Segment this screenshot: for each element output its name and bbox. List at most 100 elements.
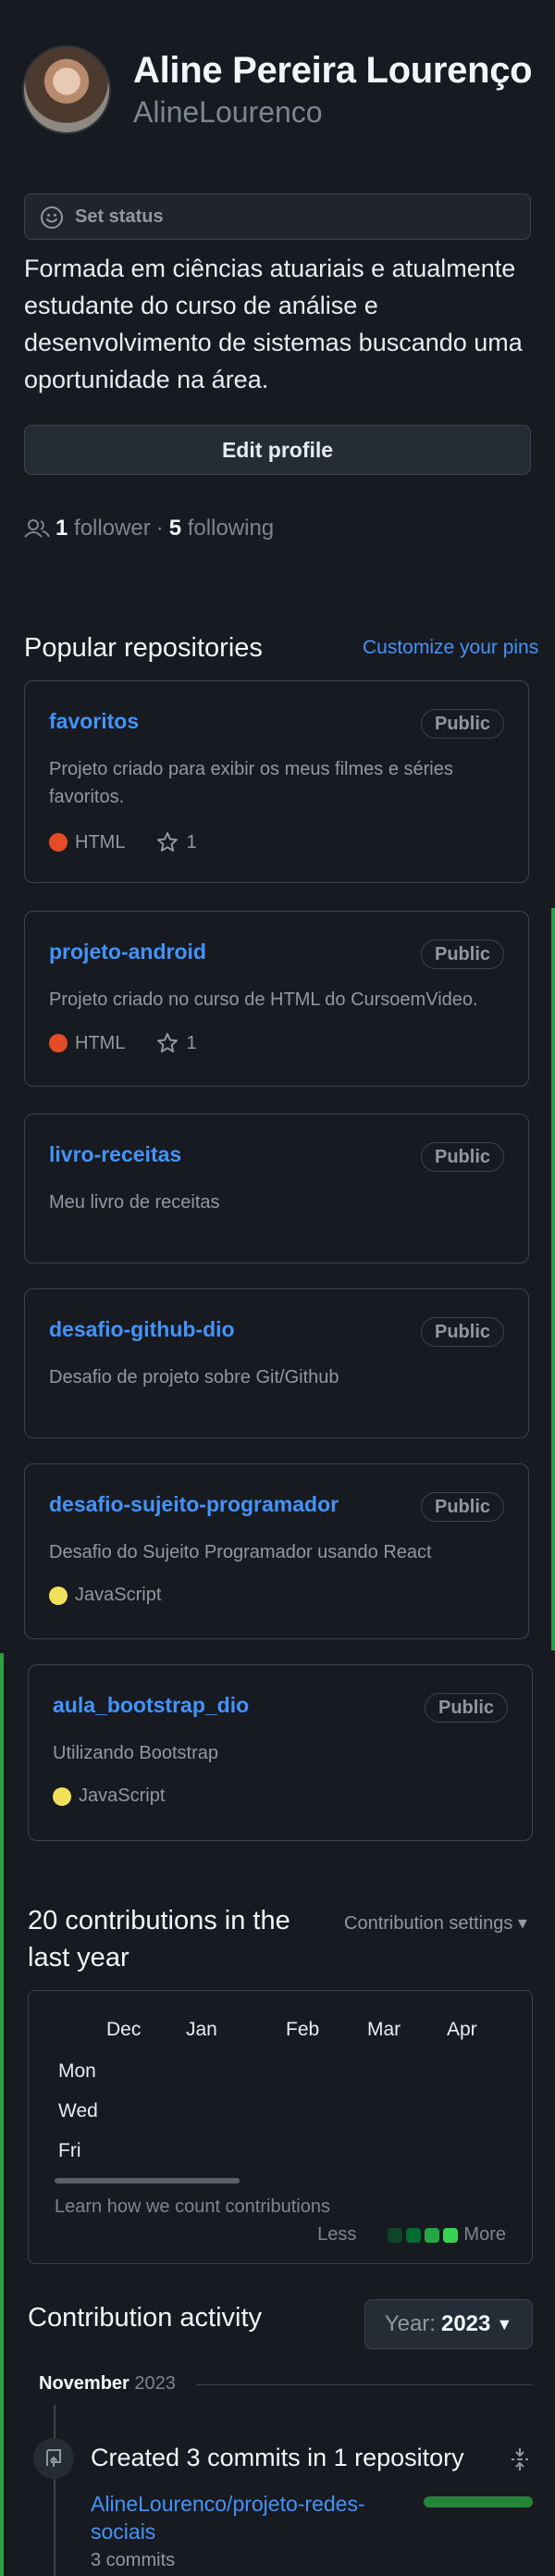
day-label: Wed bbox=[58, 2100, 98, 2122]
timeline-line bbox=[54, 2405, 56, 2576]
repo-description: Desafio de projeto sobre Git/Github bbox=[49, 1367, 339, 1388]
stargazers-link[interactable]: 1 bbox=[156, 831, 197, 853]
repo-language: HTML bbox=[75, 831, 126, 852]
focus-indicator-left bbox=[0, 1653, 4, 2576]
legend-square bbox=[388, 2227, 403, 2243]
legend-square bbox=[443, 2227, 459, 2243]
repo-name-link[interactable]: desafio-github-dio bbox=[49, 1317, 235, 1342]
repo-language: JavaScript bbox=[79, 1786, 166, 1806]
visibility-badge: Public bbox=[420, 1142, 504, 1172]
legend-less: Less bbox=[317, 2224, 357, 2245]
avatar[interactable] bbox=[22, 45, 111, 134]
repo-card-livro-receitas: livro-receitas Public Meu livro de recei… bbox=[24, 1114, 529, 1263]
follow-stats: 1 follower · 5 following bbox=[24, 516, 274, 541]
set-status-label: Set status bbox=[75, 206, 164, 227]
following-count: 5 bbox=[168, 516, 182, 541]
star-count: 1 bbox=[186, 831, 197, 852]
repo-card-desafio-github-dio: desafio-github-dio Public Desafio de pro… bbox=[24, 1288, 529, 1438]
repo-language: HTML bbox=[75, 1032, 126, 1053]
repo-description: Projeto criado no curso de HTML do Curso… bbox=[49, 989, 478, 1010]
profile-login: AlineLourenco bbox=[133, 95, 323, 129]
commit-progress-bar bbox=[424, 2496, 533, 2508]
followers-label: follower bbox=[74, 516, 151, 541]
language-color-dot bbox=[49, 833, 68, 852]
contribution-settings-dropdown[interactable]: Contribution settings ▾ bbox=[344, 1911, 527, 1935]
legend-square bbox=[406, 2227, 422, 2243]
followers-count: 1 bbox=[56, 516, 68, 541]
edit-profile-button[interactable]: Edit profile bbox=[24, 425, 531, 475]
visibility-badge: Public bbox=[420, 1492, 504, 1522]
repo-card-favoritos: favoritos Public Projeto criado para exi… bbox=[24, 680, 529, 883]
followers-link[interactable]: 1 follower bbox=[56, 516, 151, 541]
contribution-legend: Less More bbox=[317, 2224, 506, 2246]
repo-push-icon bbox=[33, 2438, 74, 2479]
repo-description: Desafio do Sujeito Programador usando Re… bbox=[49, 1542, 432, 1562]
profile-name: Aline Pereira Lourenço bbox=[133, 50, 533, 91]
customize-pins-link[interactable]: Customize your pins bbox=[363, 637, 538, 659]
repo-card-aula-bootstrap-dio: aula_bootstrap_dio Public Utilizando Boo… bbox=[28, 1664, 533, 1841]
activity-month-year: 2023 bbox=[134, 2373, 176, 2394]
repo-meta: JavaScript bbox=[53, 1786, 165, 1807]
learn-contributions-link[interactable]: Learn how we count contributions bbox=[55, 2196, 330, 2218]
repo-description: Meu livro de receitas bbox=[49, 1192, 220, 1213]
month-label: Dec bbox=[106, 2019, 142, 2040]
following-label: following bbox=[187, 516, 275, 541]
fold-icon[interactable] bbox=[509, 2446, 531, 2472]
set-status-button[interactable]: Set status bbox=[24, 193, 531, 240]
caret-down-icon: ▾ bbox=[517, 1913, 527, 1934]
month-label: Jan bbox=[186, 2019, 217, 2040]
stargazers-link[interactable]: 1 bbox=[156, 1032, 197, 1054]
follow-separator: · bbox=[155, 516, 164, 541]
popular-repositories-title: Popular repositories bbox=[24, 633, 263, 663]
language-color-dot bbox=[49, 1586, 68, 1605]
repo-description: Utilizando Bootstrap bbox=[53, 1743, 218, 1763]
month-label: Apr bbox=[447, 2019, 477, 2040]
language-color-dot bbox=[53, 1786, 71, 1806]
activity-month: November bbox=[39, 2373, 130, 2394]
visibility-badge: Public bbox=[424, 1693, 508, 1723]
month-divider bbox=[196, 2384, 533, 2385]
day-label: Fri bbox=[58, 2140, 81, 2161]
legend-square bbox=[425, 2227, 440, 2243]
repo-meta: HTML 1 bbox=[49, 1032, 197, 1054]
visibility-badge: Public bbox=[420, 940, 504, 969]
repo-language: JavaScript bbox=[75, 1585, 162, 1605]
repo-name-link[interactable]: livro-receitas bbox=[49, 1142, 181, 1167]
month-label: Mar bbox=[367, 2019, 401, 2040]
graph-scrollbar[interactable] bbox=[55, 2178, 240, 2184]
repo-card-desafio-sujeito-programador: desafio-sujeito-programador Public Desaf… bbox=[24, 1463, 529, 1639]
contribution-settings-label: Contribution settings bbox=[344, 1913, 513, 1934]
contributions-title: 20 contributions in the last year bbox=[28, 1906, 290, 1972]
caret-down-icon: ▼ bbox=[496, 2314, 513, 2333]
repo-card-projeto-android: projeto-android Public Projeto criado no… bbox=[24, 911, 529, 1087]
focus-indicator-right bbox=[551, 908, 555, 1650]
commit-summary: Created 3 commits in 1 repository bbox=[91, 2444, 464, 2471]
repo-name-link[interactable]: favoritos bbox=[49, 709, 139, 734]
repo-meta: HTML 1 bbox=[49, 831, 197, 853]
legend-more: More bbox=[463, 2224, 506, 2245]
day-label: Mon bbox=[58, 2060, 96, 2082]
people-icon bbox=[24, 519, 50, 538]
repo-name-link[interactable]: desafio-sujeito-programador bbox=[49, 1492, 339, 1517]
activity-month-heading: November 2023 bbox=[39, 2373, 176, 2395]
visibility-badge: Public bbox=[420, 709, 504, 739]
repo-meta: JavaScript bbox=[49, 1585, 161, 1606]
repo-description: Projeto criado para exibir os meus filme… bbox=[49, 759, 453, 807]
commit-repo-link[interactable]: AlineLourenco/projeto-redes-sociais bbox=[91, 2490, 387, 2545]
language-color-dot bbox=[49, 1034, 68, 1052]
smiley-icon bbox=[41, 206, 63, 229]
year-prefix: Year: bbox=[384, 2311, 436, 2336]
contribution-graph: Dec Jan Feb Mar Apr Mon Wed Fri Learn ho… bbox=[28, 1990, 533, 2264]
star-icon bbox=[157, 832, 179, 852]
following-link[interactable]: 5 following bbox=[169, 516, 274, 541]
repo-name-link[interactable]: projeto-android bbox=[49, 940, 206, 964]
contribution-activity-title: Contribution activity bbox=[28, 2303, 263, 2333]
commit-count-link[interactable]: 3 commits bbox=[91, 2550, 175, 2571]
star-icon bbox=[157, 1033, 179, 1052]
year-select-button[interactable]: Year: 2023 ▼ bbox=[364, 2299, 533, 2349]
profile-bio: Formada em ciências atuariais e atualmen… bbox=[24, 255, 523, 393]
repo-name-link[interactable]: aula_bootstrap_dio bbox=[53, 1693, 249, 1718]
month-label: Feb bbox=[286, 2019, 320, 2040]
star-count: 1 bbox=[186, 1032, 197, 1053]
visibility-badge: Public bbox=[420, 1317, 504, 1347]
